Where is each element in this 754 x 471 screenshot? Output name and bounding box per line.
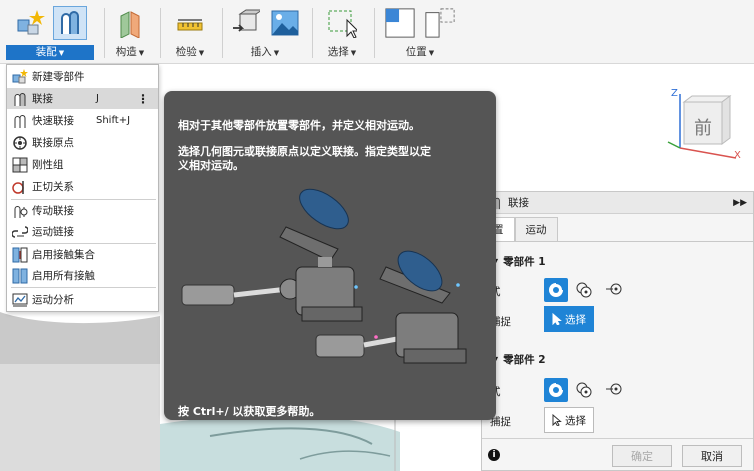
mode-two-edge-intersection-button[interactable] xyxy=(602,278,626,302)
joint-icon xyxy=(12,91,28,107)
cancel-button[interactable]: 取消 xyxy=(682,445,742,467)
mode-simple-button[interactable] xyxy=(544,278,568,302)
construct-plane-icon[interactable] xyxy=(113,6,147,40)
joint-icon[interactable] xyxy=(53,6,87,40)
motion-link-icon xyxy=(12,224,28,240)
measure-icon[interactable] xyxy=(173,6,207,40)
tooltip-instruction-line-1: 选择几何图元或联接原点以定义联接。指定类型以定 xyxy=(178,145,431,158)
expand-icon[interactable]: ▶▶ xyxy=(733,198,747,208)
construct-group[interactable]: 构造 ▼ xyxy=(106,0,154,64)
mode-between-two-faces-button-2[interactable] xyxy=(572,378,596,402)
mode-two-edge-intersection-button-2[interactable] xyxy=(602,378,626,402)
mode-between-two-faces-button[interactable] xyxy=(572,278,596,302)
menu-item-as-built-joint[interactable]: 快速联接 Shift+J xyxy=(7,110,158,131)
mode-simple-button-2[interactable] xyxy=(544,378,568,402)
tangent-relationship-icon xyxy=(12,179,28,195)
enable-contact-sets-icon xyxy=(12,247,28,263)
new-component-icon xyxy=(12,68,28,85)
rigid-group-icon xyxy=(12,157,28,173)
viewcube-z-label: Z xyxy=(671,88,678,99)
new-component-icon[interactable] xyxy=(13,6,47,40)
capture-position-icon[interactable] xyxy=(383,6,417,40)
menu-item-new-component[interactable]: 新建零部件 xyxy=(7,66,158,87)
insert-image-icon[interactable] xyxy=(268,6,302,40)
viewcube[interactable]: 前 Z X xyxy=(666,88,746,168)
drive-joints-icon xyxy=(12,203,28,219)
insert-derive-icon[interactable] xyxy=(228,6,262,40)
menu-item-motion-link[interactable]: 运动链接 xyxy=(7,221,158,242)
enable-all-contact-icon xyxy=(12,268,28,284)
position-group[interactable]: 位置 ▼ xyxy=(376,0,464,64)
viewcube-x-label: X xyxy=(734,150,741,161)
menu-item-tangent-relationship[interactable]: 正切关系 xyxy=(7,176,158,197)
more-options-icon[interactable]: ⋮ xyxy=(137,92,149,106)
tooltip-description: 相对于其他零部件放置零部件，并定义相对运动。 xyxy=(178,119,420,132)
menu-item-enable-all-contact[interactable]: 启用所有接触 xyxy=(7,265,158,286)
assemble-menu: 新建零部件 联接 J ⋮ 快速联接 Shift+J 联接原点 刚性组 正切关系 … xyxy=(6,64,159,312)
menu-item-joint-origin[interactable]: 联接原点 xyxy=(7,132,158,153)
revert-position-icon[interactable] xyxy=(423,6,457,40)
insert-group[interactable]: 插入 ▼ xyxy=(224,0,306,64)
menu-item-motion-study[interactable]: 运动分析 xyxy=(7,289,158,310)
tab-motion[interactable]: 运动 xyxy=(514,217,558,241)
menu-item-joint[interactable]: 联接 J ⋮ xyxy=(7,88,158,109)
joint-tooltip: 相对于其他零部件放置零部件，并定义相对运动。 选择几何图元或联接原点以定义联接。… xyxy=(164,91,496,420)
select-snap-2-button[interactable]: 选择 xyxy=(544,407,594,433)
joint-origin-icon xyxy=(12,135,28,151)
tooltip-help-hint: 按 Ctrl+/ 以获取更多帮助。 xyxy=(178,405,321,418)
select-icon[interactable] xyxy=(325,6,359,40)
menu-item-rigid-group[interactable]: 刚性组 xyxy=(7,154,158,175)
select-group[interactable]: 选择 ▼ xyxy=(314,0,370,64)
section-component-1[interactable]: ▼零部件 1 xyxy=(492,254,546,269)
tooltip-illustration xyxy=(181,188,467,364)
toolbar: 装配 ▼ 构造 ▼ 检验 ▼ 插入 ▼ 选择 ▼ 位置 ▼ xyxy=(0,0,754,64)
as-built-joint-icon xyxy=(12,113,28,129)
menu-item-drive-joints[interactable]: 传动联接 xyxy=(7,200,158,221)
menu-item-enable-contact-sets[interactable]: 启用接触集合 xyxy=(7,244,158,265)
select-snap-1-button[interactable]: 选择 xyxy=(544,306,594,332)
section-component-2[interactable]: ▼零部件 2 xyxy=(492,352,546,367)
info-icon[interactable]: i xyxy=(488,449,500,461)
ok-button[interactable]: 确定 xyxy=(612,445,672,467)
assemble-label[interactable]: 装配 ▼ xyxy=(6,45,94,60)
dialog-title: 联接 xyxy=(508,197,529,209)
motion-study-icon xyxy=(12,292,28,308)
dialog-header: 联接 ▶▶ xyxy=(482,192,753,214)
assemble-group[interactable]: 装配 ▼ xyxy=(0,0,100,64)
joint-dialog: 联接 ▶▶ 置 运动 ▼零部件 1 式 捕捉 选择 ▼零部件 2 式 捕捉 选择… xyxy=(481,191,754,471)
inspect-group[interactable]: 检验 ▼ xyxy=(162,0,218,64)
tooltip-instruction-line-2: 义相对运动。 xyxy=(178,159,244,172)
viewcube-front-face[interactable]: 前 xyxy=(688,114,718,140)
